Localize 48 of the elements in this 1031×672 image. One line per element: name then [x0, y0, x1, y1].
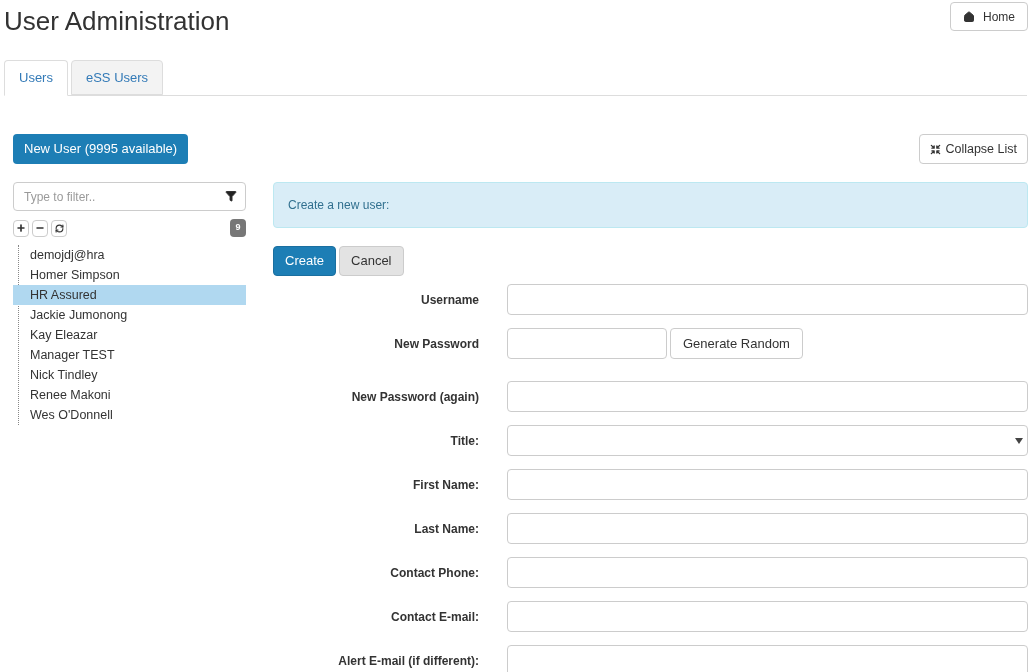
new-user-button[interactable]: New User (9995 available)	[13, 134, 189, 164]
text-field[interactable]	[507, 513, 1028, 544]
user-tree-item[interactable]: Kay Eleazar	[13, 325, 246, 345]
text-field[interactable]	[507, 469, 1028, 500]
field-label: Username	[419, 291, 480, 309]
collapse-list-button[interactable]: Collapse List	[919, 134, 1028, 164]
filter-icon	[225, 190, 237, 202]
user-tree-item[interactable]: Homer Simpson	[13, 265, 246, 285]
refresh-icon	[54, 223, 64, 233]
text-field[interactable]	[507, 601, 1028, 632]
user-tree-item[interactable]: demojdj@hra	[13, 245, 246, 265]
generate-random-button[interactable]: Generate Random	[670, 328, 803, 359]
field-label: Last Name:	[413, 520, 480, 538]
field-label: Alert E-mail (if different):	[337, 652, 480, 670]
create-button[interactable]: Create	[273, 246, 337, 276]
home-button[interactable]: Home	[950, 2, 1028, 31]
collapse-icon	[930, 143, 942, 155]
text-field[interactable]	[507, 557, 1028, 588]
field-label: First Name:	[411, 476, 480, 494]
expand-button[interactable]	[13, 219, 29, 237]
field-label: Contact Phone:	[389, 564, 480, 582]
field-label: Contact E-mail:	[390, 608, 480, 626]
user-tree-item[interactable]: Manager TEST	[13, 345, 246, 365]
count-badge: 9	[230, 219, 246, 237]
tab[interactable]: Users	[4, 60, 68, 96]
user-tree-item[interactable]: Wes O'Donnell	[13, 405, 246, 425]
plus-icon	[16, 223, 26, 233]
collapse-all-button[interactable]	[32, 219, 48, 237]
tab[interactable]: eSS Users	[70, 60, 164, 95]
info-message: Create a new user:	[273, 182, 1028, 228]
text-field[interactable]	[507, 284, 1028, 315]
user-tree-item[interactable]: Jackie Jumonong	[13, 305, 246, 325]
select-field[interactable]	[507, 425, 1028, 456]
field-label: Title:	[449, 432, 480, 450]
refresh-button[interactable]	[51, 219, 67, 237]
user-tree-item[interactable]: HR Assured	[13, 285, 246, 305]
field-label: New Password (again)	[350, 388, 480, 406]
user-tree-item[interactable]: Nick Tindley	[13, 365, 246, 385]
password-field[interactable]	[507, 328, 667, 359]
cancel-button[interactable]: Cancel	[339, 246, 404, 276]
caret-icon	[1015, 437, 1023, 444]
text-field[interactable]	[507, 645, 1028, 672]
user-tree-item[interactable]: Renee Makoni	[13, 385, 246, 405]
page-title: User Administration	[4, 5, 230, 38]
text-field[interactable]	[507, 381, 1028, 412]
filter-field[interactable]: Type to filter..	[13, 182, 246, 211]
home-icon	[963, 10, 975, 23]
field-label: New Password	[393, 335, 480, 353]
